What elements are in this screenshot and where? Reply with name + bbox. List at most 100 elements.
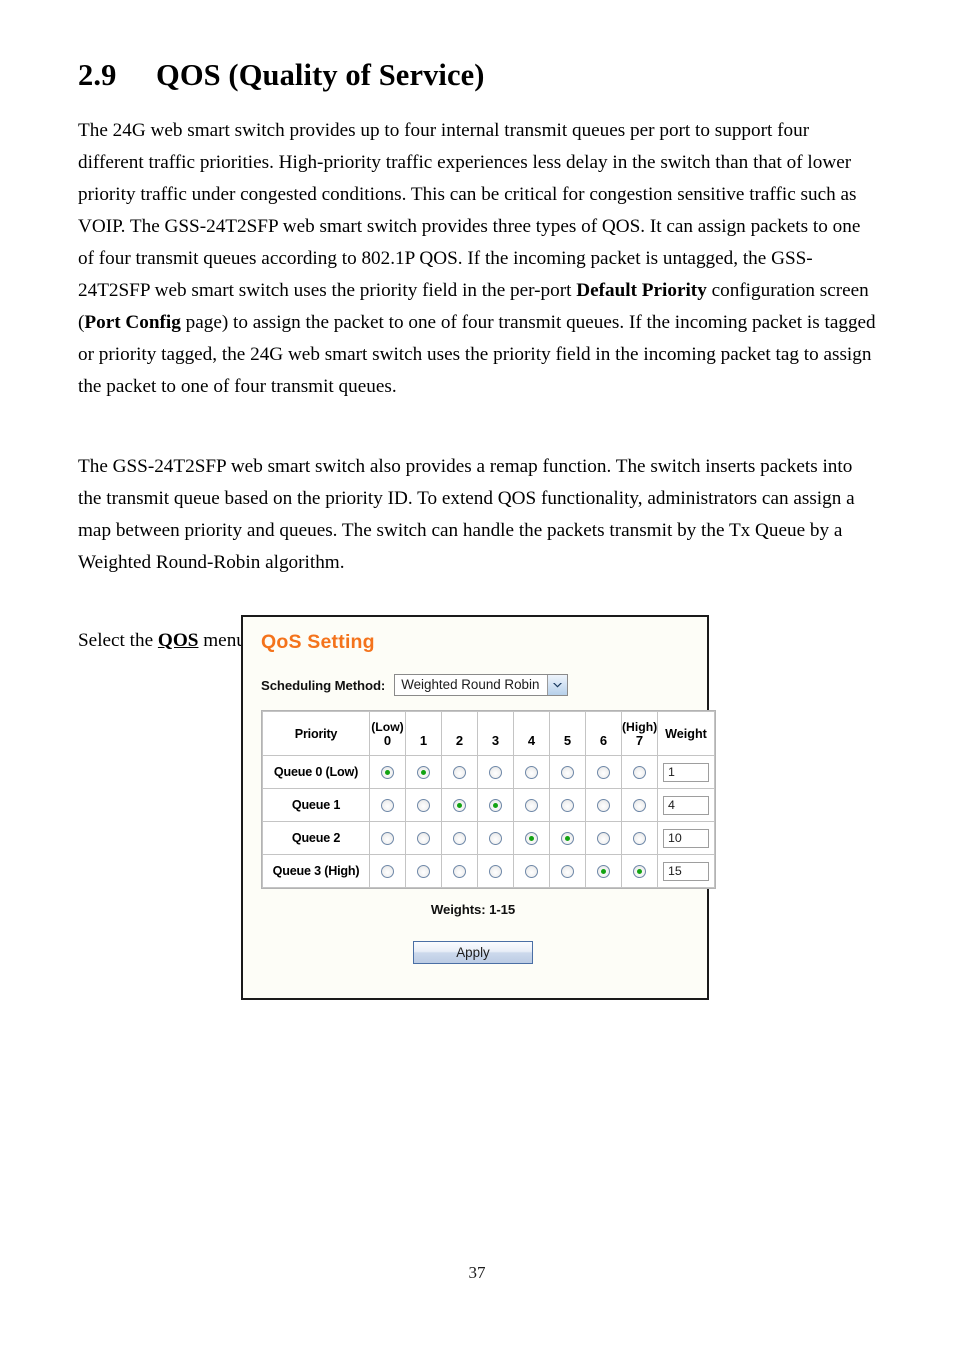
radio-cell-q1-p1[interactable]	[406, 789, 441, 821]
paragraph-spacer-1	[78, 429, 878, 451]
paragraph-1-part-a: The 24G web smart switch provides up to …	[78, 120, 861, 301]
header-num-0: 0	[383, 732, 392, 748]
radio-cell-q3-p4[interactable]	[514, 855, 549, 887]
radio-button[interactable]	[489, 832, 502, 846]
radio-cell-q2-p2[interactable]	[442, 822, 477, 854]
radio-cell-q3-p5[interactable]	[550, 855, 585, 887]
radio-button[interactable]	[561, 832, 574, 846]
radio-cell-q2-p1[interactable]	[406, 822, 441, 854]
radio-button[interactable]	[417, 799, 430, 813]
radio-cell-q2-p7[interactable]	[622, 822, 657, 854]
qos-panel-content: QoS Setting Scheduling Method: Weighted …	[259, 631, 716, 964]
radio-button[interactable]	[525, 799, 538, 813]
section-number: 2.9	[78, 58, 117, 92]
page-number: 37	[468, 1263, 486, 1282]
radio-cell-q1-p3[interactable]	[478, 789, 513, 821]
radio-button[interactable]	[561, 766, 574, 780]
radio-button[interactable]	[381, 832, 394, 846]
radio-cell-q3-p2[interactable]	[442, 855, 477, 887]
weight-cell-q1[interactable]: 4	[658, 789, 714, 821]
queue-label-3: Queue 3 (High)	[263, 855, 369, 887]
header-num-7: 7	[635, 732, 644, 748]
radio-cell-q0-p3[interactable]	[478, 756, 513, 788]
radio-cell-q3-p1[interactable]	[406, 855, 441, 887]
radio-cell-q2-p3[interactable]	[478, 822, 513, 854]
radio-button[interactable]	[597, 832, 610, 846]
radio-cell-q1-p4[interactable]	[514, 789, 549, 821]
weight-input-queue-0[interactable]: 1	[663, 762, 709, 782]
radio-button[interactable]	[633, 766, 646, 780]
weights-range-note: Weights: 1-15	[430, 902, 516, 917]
radio-button[interactable]	[417, 766, 430, 780]
radio-button[interactable]	[597, 799, 610, 813]
radio-button[interactable]	[381, 799, 394, 813]
header-priority-5: 5	[550, 712, 585, 755]
radio-cell-q0-p6[interactable]	[586, 756, 621, 788]
radio-cell-q0-p1[interactable]	[406, 756, 441, 788]
queue-label-2: Queue 2	[263, 822, 369, 854]
radio-button[interactable]	[489, 799, 502, 813]
radio-cell-q0-p0[interactable]	[370, 756, 405, 788]
header-weight: Weight	[658, 712, 714, 755]
scheduling-method-select[interactable]: Weighted Round Robin	[394, 674, 569, 696]
weight-input-queue-2[interactable]: 10	[663, 828, 709, 848]
table-header: Priority (Low) 0 1 2 3 4 5 6 (High) 7 We…	[263, 712, 714, 755]
radio-cell-q2-p4[interactable]	[514, 822, 549, 854]
header-priority: Priority	[263, 712, 369, 755]
weight-input-queue-1[interactable]: 4	[663, 795, 709, 815]
radio-button[interactable]	[561, 865, 574, 879]
radio-cell-q0-p7[interactable]	[622, 756, 657, 788]
qos-setting-screenshot: QoS Setting Scheduling Method: Weighted …	[241, 615, 716, 1000]
radio-cell-q0-p2[interactable]	[442, 756, 477, 788]
radio-button[interactable]	[597, 766, 610, 780]
radio-button[interactable]	[489, 865, 502, 879]
radio-cell-q3-p6[interactable]	[586, 855, 621, 887]
radio-cell-q1-p6[interactable]	[586, 789, 621, 821]
radio-button[interactable]	[525, 766, 538, 780]
header-priority-0: (Low) 0	[370, 712, 405, 755]
radio-cell-q2-p0[interactable]	[370, 822, 405, 854]
header-priority-2: 2	[442, 712, 477, 755]
radio-button[interactable]	[453, 832, 466, 846]
radio-button[interactable]	[381, 766, 394, 780]
radio-cell-q1-p7[interactable]	[622, 789, 657, 821]
header-low-tag: (Low)	[371, 719, 404, 734]
radio-button[interactable]	[633, 799, 646, 813]
radio-button[interactable]	[633, 865, 646, 879]
radio-button[interactable]	[417, 832, 430, 846]
paragraph-2: The GSS-24T2SFP web smart switch also pr…	[78, 456, 855, 573]
weight-cell-q0[interactable]: 1	[658, 756, 714, 788]
radio-cell-q1-p2[interactable]	[442, 789, 477, 821]
bold-port-config: Port Config	[84, 312, 181, 333]
radio-button[interactable]	[453, 865, 466, 879]
apply-button[interactable]: Apply	[413, 941, 533, 964]
weight-cell-q2[interactable]: 10	[658, 822, 714, 854]
radio-button[interactable]	[525, 865, 538, 879]
weight-cell-q3[interactable]: 15	[658, 855, 714, 887]
chevron-down-icon[interactable]	[547, 675, 568, 695]
radio-button[interactable]	[453, 766, 466, 780]
weight-input-queue-3[interactable]: 15	[663, 861, 709, 881]
radio-cell-q1-p0[interactable]	[370, 789, 405, 821]
radio-button[interactable]	[489, 766, 502, 780]
section-heading-text: QOS (Quality of Service)	[156, 58, 485, 92]
radio-button[interactable]	[453, 799, 466, 813]
radio-cell-q3-p0[interactable]	[370, 855, 405, 887]
radio-cell-q0-p5[interactable]	[550, 756, 585, 788]
radio-button[interactable]	[597, 865, 610, 879]
radio-cell-q2-p6[interactable]	[586, 822, 621, 854]
radio-cell-q1-p5[interactable]	[550, 789, 585, 821]
table-header-row: Priority (Low) 0 1 2 3 4 5 6 (High) 7 We…	[263, 712, 714, 755]
radio-cell-q0-p4[interactable]	[514, 756, 549, 788]
radio-button[interactable]	[417, 865, 430, 879]
radio-cell-q3-p3[interactable]	[478, 855, 513, 887]
radio-button[interactable]	[633, 832, 646, 846]
radio-cell-q2-p5[interactable]	[550, 822, 585, 854]
queue-label-0: Queue 0 (Low)	[263, 756, 369, 788]
header-num-3: 3	[491, 732, 500, 748]
radio-button[interactable]	[381, 865, 394, 879]
paragraph-3-part-a: Select the	[78, 630, 158, 651]
radio-button[interactable]	[561, 799, 574, 813]
radio-button[interactable]	[525, 832, 538, 846]
radio-cell-q3-p7[interactable]	[622, 855, 657, 887]
